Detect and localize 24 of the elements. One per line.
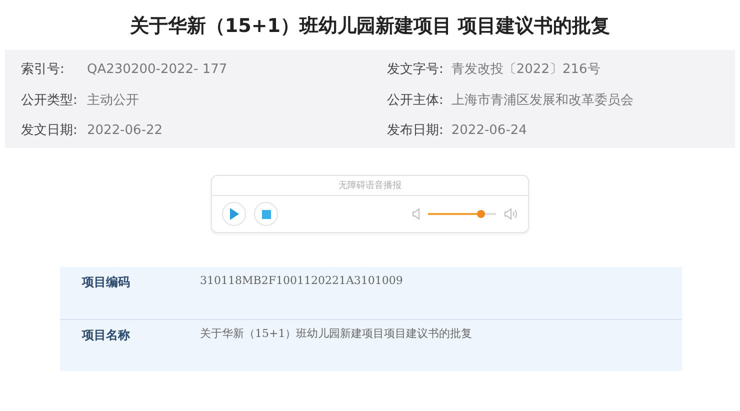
play-icon (229, 208, 239, 220)
field-label: 发文日期: (21, 122, 78, 140)
play-button[interactable] (222, 202, 246, 226)
field-value: 上海市青浦区发展和改革委员会 (451, 92, 634, 108)
field-value: 2022-06-24 (451, 123, 527, 138)
volume-high-icon (504, 208, 518, 220)
field-label: 公开类型: (21, 92, 78, 110)
field-label: 发布日期: (387, 123, 444, 138)
field-value: 2022-06-22 (87, 123, 163, 138)
row-value: 310118MB2F1001120221A3101009 (200, 273, 403, 289)
volume-low-icon (412, 208, 420, 220)
field-value: QA230200-2022- 177 (87, 62, 228, 77)
field-value: 青发改投〔2022〕216号 (451, 62, 600, 77)
field-label: 索引号: (21, 61, 66, 79)
field-value: 主动公开 (87, 92, 139, 108)
field-label: 公开主体: (387, 92, 444, 108)
stop-icon (262, 210, 270, 218)
stop-button[interactable] (254, 202, 278, 226)
row-value: 关于华新（15+1）班幼儿园新建项目项目建议书的批复 (200, 326, 472, 342)
player-caption: 无障碍语音播报 (212, 176, 528, 196)
row-label: 项目名称 (80, 327, 131, 344)
row-label: 项目编码 (80, 274, 131, 291)
page-title: 关于华新（15+1）班幼儿园新建项目 项目建议书的批复 (128, 14, 612, 39)
field-label: 发文字号: (387, 62, 444, 77)
